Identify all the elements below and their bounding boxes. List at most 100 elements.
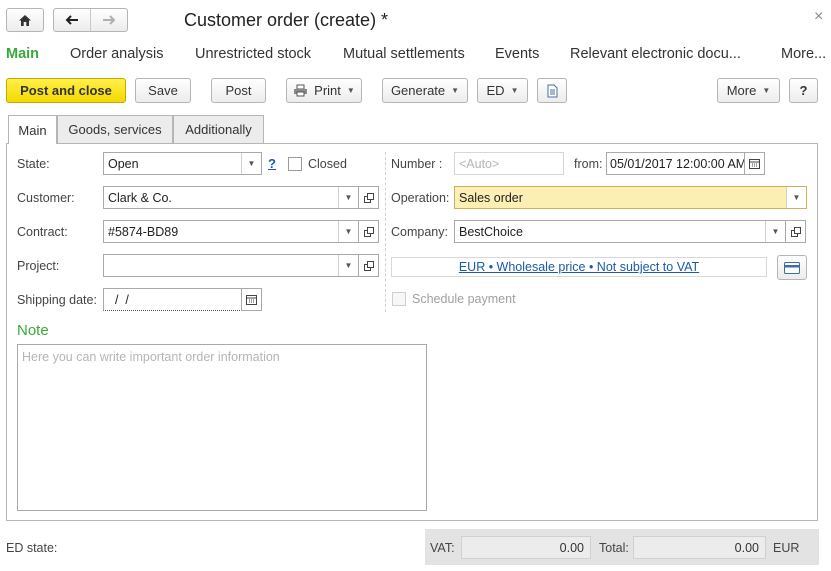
total-value: 0.00	[734, 540, 759, 555]
note-title: Note	[17, 322, 49, 339]
project-open-button[interactable]	[358, 254, 379, 277]
state-value: Open	[108, 156, 139, 171]
tab-goods-services[interactable]: Goods, services	[57, 115, 173, 143]
number-label: Number :	[391, 157, 443, 171]
chevron-down-icon: ▼	[510, 86, 519, 95]
company-label: Company:	[391, 225, 448, 239]
chevron-down-icon: ▼	[451, 86, 460, 95]
nav-relevant-electronic-documents[interactable]: Relevant electronic docu...	[570, 46, 741, 62]
shipping-date-value: / /	[108, 292, 129, 307]
print-button[interactable]: Print ▼	[286, 78, 362, 103]
closed-checkbox[interactable]	[288, 157, 302, 171]
arrow-left-icon	[65, 15, 78, 25]
post-and-close-button[interactable]: Post and close	[6, 78, 126, 103]
customer-value: Clark & Co.	[108, 190, 172, 205]
shipping-date-field[interactable]: / /	[103, 288, 242, 311]
total-label: Total:	[599, 541, 629, 555]
help-button[interactable]: ?	[789, 78, 818, 103]
tab-additionally-label: Additionally	[185, 122, 252, 137]
note-placeholder: Here you can write important order infor…	[22, 350, 280, 364]
schedule-payment-checkbox[interactable]	[392, 292, 406, 306]
post-label: Post	[225, 83, 252, 98]
forward-button[interactable]	[91, 9, 127, 31]
total-value-box: 0.00	[633, 536, 766, 559]
state-help-link[interactable]: ?	[268, 156, 276, 171]
from-calendar-button[interactable]	[744, 152, 765, 175]
nav-order-analysis[interactable]: Order analysis	[70, 46, 163, 62]
price-settings-button[interactable]	[777, 255, 807, 280]
nav-mutual-settlements[interactable]: Mutual settlements	[343, 46, 465, 62]
nav-events[interactable]: Events	[495, 46, 539, 62]
history-nav	[53, 8, 128, 32]
open-icon	[363, 192, 374, 203]
nav-unrestricted-stock[interactable]: Unrestricted stock	[195, 46, 311, 62]
printer-icon	[294, 84, 308, 97]
open-icon	[790, 226, 801, 237]
operation-label: Operation:	[391, 191, 450, 205]
home-icon	[19, 14, 31, 26]
chevron-down-icon: ▼	[762, 86, 771, 95]
price-info-box: EUR • Wholesale price • Not subject to V…	[391, 257, 767, 277]
column-divider	[385, 152, 386, 312]
more-button[interactable]: More ▼	[717, 78, 780, 103]
close-icon[interactable]: ×	[814, 8, 823, 26]
tab-main-label: Main	[18, 122, 47, 138]
calendar-icon	[246, 294, 257, 305]
help-label: ?	[799, 83, 808, 98]
document-button[interactable]	[537, 78, 567, 103]
post-and-close-label: Post and close	[20, 83, 112, 98]
nav-more[interactable]: More...	[781, 46, 826, 62]
number-field[interactable]: <Auto>	[454, 152, 564, 175]
tab-main[interactable]: Main	[8, 115, 57, 144]
nav-main[interactable]: Main	[6, 46, 39, 62]
post-button[interactable]: Post	[211, 78, 266, 103]
note-textarea[interactable]: Here you can write important order infor…	[17, 344, 427, 511]
tab-additionally[interactable]: Additionally	[173, 115, 264, 143]
company-field[interactable]: BestChoice ▼	[454, 220, 786, 243]
shipping-date-calendar-button[interactable]	[241, 288, 262, 311]
save-label: Save	[148, 83, 178, 98]
customer-open-button[interactable]	[358, 186, 379, 209]
customer-label: Customer:	[17, 191, 75, 205]
print-label: Print	[314, 83, 341, 98]
from-date-value: 05/01/2017 12:00:00 AM	[610, 156, 744, 171]
contract-field[interactable]: #5874-BD89 ▼	[103, 220, 359, 243]
generate-button[interactable]: Generate ▼	[382, 78, 468, 103]
shipping-date-label: Shipping date:	[17, 293, 97, 307]
window-title: Customer order (create) *	[184, 10, 389, 30]
price-info-link[interactable]: EUR • Wholesale price • Not subject to V…	[459, 260, 699, 274]
company-open-button[interactable]	[785, 220, 806, 243]
project-label: Project:	[17, 259, 60, 273]
ed-button[interactable]: ED ▼	[477, 78, 528, 103]
chevron-down-icon[interactable]: ▼	[338, 221, 358, 242]
back-button[interactable]	[54, 9, 91, 31]
arrow-right-icon	[103, 15, 116, 25]
chevron-down-icon[interactable]: ▼	[786, 187, 806, 208]
vat-value-box: 0.00	[461, 536, 591, 559]
customer-field[interactable]: Clark & Co. ▼	[103, 186, 359, 209]
currency-label: EUR	[773, 541, 800, 555]
chevron-down-icon: ▼	[346, 86, 355, 95]
chevron-down-icon[interactable]: ▼	[241, 153, 261, 174]
operation-field[interactable]: Sales order ▼	[454, 186, 807, 209]
chevron-down-icon[interactable]: ▼	[338, 255, 358, 276]
open-icon	[363, 226, 374, 237]
save-button[interactable]: Save	[135, 78, 191, 103]
more-label: More	[726, 83, 757, 98]
calendar-icon	[749, 158, 760, 169]
operation-value: Sales order	[459, 190, 523, 205]
contract-open-button[interactable]	[358, 220, 379, 243]
contract-label: Contract:	[17, 225, 68, 239]
from-date-field[interactable]: 05/01/2017 12:00:00 AM	[606, 152, 745, 175]
vat-label: VAT:	[430, 541, 455, 555]
card-icon	[784, 261, 800, 274]
project-field[interactable]: ▼	[103, 254, 359, 277]
generate-label: Generate	[390, 83, 446, 98]
state-field[interactable]: Open ▼	[103, 152, 262, 175]
chevron-down-icon[interactable]: ▼	[765, 221, 785, 242]
closed-label: Closed	[308, 157, 347, 171]
chevron-down-icon[interactable]: ▼	[338, 187, 358, 208]
company-value: BestChoice	[459, 224, 523, 239]
home-button[interactable]	[6, 8, 44, 32]
ed-label: ED	[486, 83, 505, 98]
